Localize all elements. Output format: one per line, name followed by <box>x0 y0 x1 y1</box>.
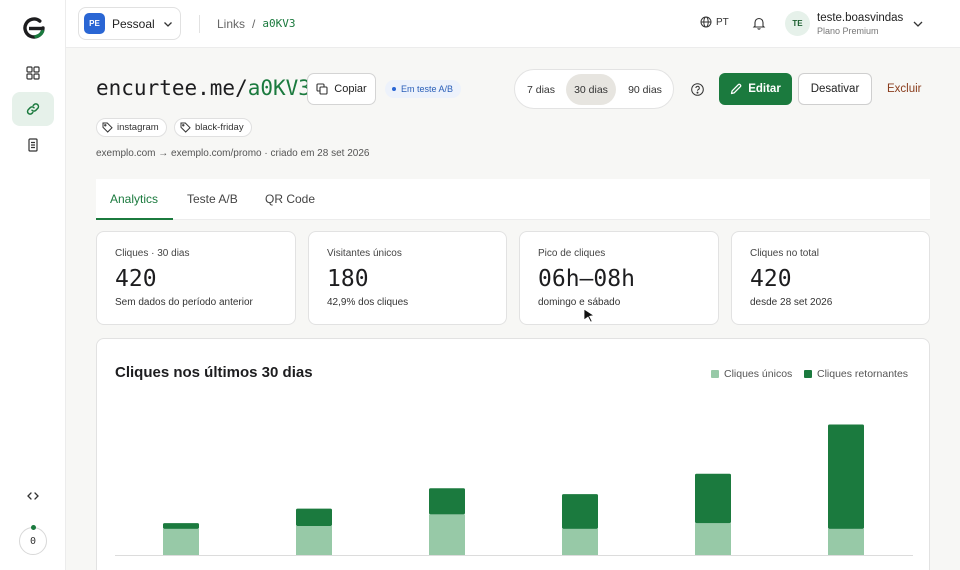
link-meta: exemplo.com → exemplo.com/promo · criado… <box>96 148 370 159</box>
workspace-badge: PE <box>84 13 105 34</box>
link-icon <box>26 103 40 115</box>
tab-underline <box>96 218 173 220</box>
sidebar-item-dashboard[interactable] <box>12 56 54 90</box>
stat-sub: Sem dados do período anterior <box>115 297 253 308</box>
bar-unique[interactable] <box>695 523 731 555</box>
bar-chart <box>115 424 913 556</box>
sidebar-item-api[interactable] <box>12 479 54 513</box>
stat-card-unique-visitors: Visitantes únicos 180 42,9% dos cliques <box>308 231 507 325</box>
workspace-name: Pessoal <box>112 16 155 31</box>
avatar[interactable]: TE <box>785 11 810 36</box>
language-label: PT <box>716 16 729 28</box>
bar-returning[interactable] <box>163 523 199 529</box>
copy-icon <box>316 83 328 95</box>
tab-qr-code[interactable]: QR Code <box>265 192 315 206</box>
code-icon <box>27 492 39 500</box>
status-badge: Em teste A/B <box>385 80 462 98</box>
language-selector[interactable]: PT <box>700 16 729 28</box>
divider <box>199 15 200 33</box>
tag-icon <box>102 122 113 133</box>
bar-returning[interactable] <box>296 508 332 526</box>
status-dot <box>392 87 396 91</box>
chevron-down-icon[interactable] <box>912 18 924 30</box>
bar-unique[interactable] <box>828 528 864 555</box>
deactivate-button[interactable]: Desativar <box>798 73 872 105</box>
stat-value: 420 <box>750 266 792 292</box>
stat-label: Cliques no total <box>750 248 819 259</box>
bar-unique[interactable] <box>429 514 465 555</box>
bar-returning[interactable] <box>828 424 864 529</box>
tag-label: instagram <box>117 122 159 133</box>
status-badge-label: Em teste A/B <box>401 84 454 94</box>
range-30-days[interactable]: 30 dias <box>566 74 616 105</box>
stat-card-peak-clicks: Pico de cliques 06h–08h domingo e sábado <box>519 231 719 325</box>
breadcrumb: Links / a0KV3 <box>217 17 295 31</box>
chevron-down-icon <box>163 21 172 27</box>
stat-sub: desde 28 set 2026 <box>750 297 833 308</box>
tag-instagram[interactable]: instagram <box>96 118 167 137</box>
stat-card-total-clicks: Cliques no total 420 desde 28 set 2026 <box>731 231 930 325</box>
copy-button[interactable]: Copiar <box>307 73 376 105</box>
user-plan: Plano Premium <box>817 26 879 36</box>
usage-counter[interactable]: 0 <box>19 527 47 555</box>
breadcrumb-current: a0KV3 <box>262 17 296 30</box>
help-icon[interactable] <box>691 83 704 96</box>
breadcrumb-links[interactable]: Links <box>217 17 245 31</box>
topbar: PE Pessoal Links / a0KV3 PT TE teste.boa… <box>66 0 960 48</box>
chart-card: Cliques nos últimos 30 dias Cliques únic… <box>96 338 930 570</box>
bell-icon[interactable] <box>752 16 766 30</box>
stat-sub: 42,9% dos cliques <box>327 297 409 308</box>
bar-unique[interactable] <box>296 526 332 555</box>
breadcrumb-separator: / <box>252 17 256 31</box>
stat-value: 06h–08h <box>538 266 635 292</box>
status-dot <box>31 525 36 530</box>
stat-card-clicks: Cliques · 30 dias 420 Sem dados do perío… <box>96 231 296 325</box>
logo-icon[interactable] <box>22 16 46 40</box>
sidebar-item-documents[interactable] <box>12 128 54 162</box>
bar-returning[interactable] <box>562 494 598 529</box>
cursor-icon <box>583 308 595 323</box>
stat-label: Cliques · 30 dias <box>115 248 190 259</box>
stat-sub: domingo e sábado <box>538 297 621 308</box>
stat-value: 420 <box>115 266 157 292</box>
workspace-selector[interactable]: PE Pessoal <box>78 7 181 40</box>
date-range-selector: 7 dias 30 dias 90 dias <box>514 69 674 109</box>
edit-label: Editar <box>748 83 781 95</box>
page-title: encurtee.me/a0KV3 <box>96 76 311 100</box>
stat-label: Pico de cliques <box>538 248 606 259</box>
globe-icon <box>700 16 712 28</box>
link-code: a0KV3 <box>247 76 311 100</box>
tag-icon <box>180 122 191 133</box>
range-90-days[interactable]: 90 dias <box>620 74 670 105</box>
tab-bar: Analytics Teste A/B QR Code <box>96 179 930 220</box>
sidebar-item-links[interactable] <box>12 92 54 126</box>
sidebar: 0 <box>0 0 66 570</box>
delete-button[interactable]: Excluir <box>887 83 922 95</box>
stat-label: Visitantes únicos <box>327 248 402 259</box>
copy-label: Copiar <box>334 83 367 95</box>
bar-returning[interactable] <box>695 473 731 524</box>
pencil-icon <box>731 83 742 95</box>
bar-unique[interactable] <box>163 528 199 555</box>
link-domain: encurtee.me/ <box>96 76 248 100</box>
edit-button[interactable]: Editar <box>719 73 792 105</box>
range-7-days[interactable]: 7 dias <box>520 74 562 105</box>
document-icon <box>28 138 38 152</box>
dashboard-icon <box>26 66 40 80</box>
tag-black-friday[interactable]: black-friday <box>174 118 252 137</box>
user-name[interactable]: teste.boasvindas <box>817 12 903 24</box>
tab-ab-test[interactable]: Teste A/B <box>187 192 238 206</box>
tab-analytics[interactable]: Analytics <box>110 192 158 206</box>
tag-label: black-friday <box>195 122 244 133</box>
bar-unique[interactable] <box>562 528 598 555</box>
bar-returning[interactable] <box>429 488 465 515</box>
stat-value: 180 <box>327 266 369 292</box>
